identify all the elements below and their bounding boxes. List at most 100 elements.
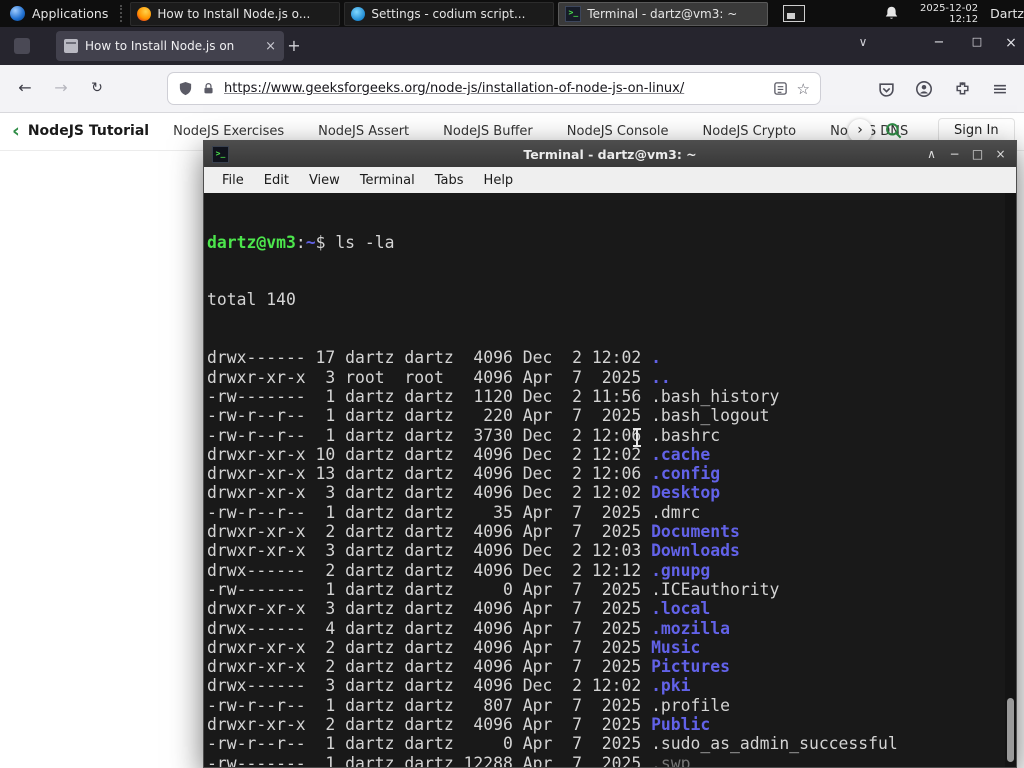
terminal-minimize-button[interactable]: −: [947, 147, 962, 161]
terminal-maximize-button[interactable]: □: [970, 147, 985, 161]
window-close-button[interactable]: ×: [1000, 35, 1022, 51]
prompt-separator: :: [295, 232, 306, 252]
file-name: .dmrc: [651, 502, 701, 522]
site-nav-link[interactable]: NodeJS Assert: [318, 124, 409, 139]
tracking-shield-icon[interactable]: [178, 81, 193, 96]
terminal-titlebar[interactable]: >_ Terminal - dartz@vm3: ~ ∧ − □ ×: [204, 141, 1016, 167]
search-icon[interactable]: [884, 121, 904, 141]
clock-time: 12:12: [949, 13, 979, 25]
menu-view[interactable]: View: [299, 170, 350, 191]
file-name: ..: [651, 367, 671, 387]
file-name: Public: [651, 715, 711, 735]
forward-button[interactable]: →: [48, 75, 74, 101]
window-maximize-button[interactable]: □: [966, 35, 988, 48]
terminal-shade-button[interactable]: ∧: [924, 147, 939, 161]
settings-app-icon: [351, 6, 366, 21]
terminal-body[interactable]: dartz@vm3:~$ ls -la total 140 drwx------…: [204, 193, 1016, 767]
site-nav-link[interactable]: NodeJS Buffer: [443, 124, 533, 139]
terminal-scrollbar-track[interactable]: [1005, 193, 1016, 767]
reload-button[interactable]: ↻: [84, 75, 110, 101]
terminal-line: -rw------- 1 dartz dartz 1120 Dec 2 11:5…: [207, 386, 780, 406]
extensions-icon[interactable]: [950, 77, 974, 101]
terminal-line: drwx------ 3 dartz dartz 4096 Dec 2 12:0…: [207, 676, 691, 696]
terminal-line: drwxr-xr-x 10 dartz dartz 4096 Dec 2 12:…: [207, 444, 711, 464]
tab-close-icon[interactable]: ×: [263, 39, 276, 54]
menu-tabs[interactable]: Tabs: [425, 170, 474, 191]
terminal-line: -rw-r--r-- 1 dartz dartz 35 Apr 7 2025 .…: [207, 502, 701, 522]
file-name: .local: [651, 599, 711, 619]
bookmark-star-icon[interactable]: ☆: [797, 80, 810, 98]
file-name: .gnupg: [651, 560, 711, 580]
panel-handle: [120, 5, 123, 22]
terminal-line: drwxr-xr-x 3 dartz dartz 4096 Dec 2 12:0…: [207, 483, 721, 503]
site-nav-link[interactable]: NodeJS Console: [567, 124, 669, 139]
applications-menu[interactable]: Applications: [0, 0, 118, 27]
file-name: Downloads: [651, 541, 740, 561]
terminal-output: drwx------ 17 dartz dartz 4096 Dec 2 12:…: [207, 348, 1016, 767]
terminal-window-icon: >_: [212, 145, 229, 163]
desktop: Applications How to Install Node.js o...…: [0, 0, 1024, 768]
menu-help[interactable]: Help: [474, 170, 524, 191]
file-name: Music: [651, 637, 701, 657]
lock-icon[interactable]: [202, 82, 215, 95]
terminal-window: >_ Terminal - dartz@vm3: ~ ∧ − □ × File Edit…: [203, 140, 1017, 768]
tray-icon[interactable]: [782, 5, 805, 22]
pocket-icon[interactable]: [874, 77, 898, 101]
site-nav-title[interactable]: NodeJS Tutorial: [28, 123, 149, 139]
terminal-line: drwx------ 4 dartz dartz 4096 Apr 7 2025…: [207, 618, 731, 638]
site-nav-link[interactable]: NodeJS Exercises: [173, 124, 284, 139]
prompt-host: dartz@vm3: [207, 232, 296, 252]
file-name: .pki: [651, 676, 691, 696]
terminal-title: Terminal - dartz@vm3: ~: [523, 146, 697, 162]
file-name: Pictures: [651, 657, 731, 677]
terminal-line: -rw------- 1 dartz dartz 0 Apr 7 2025 .I…: [207, 579, 780, 599]
list-all-tabs-icon[interactable]: ∨: [852, 35, 874, 49]
terminal-window-controls: ∧ − □ ×: [924, 147, 1008, 161]
prompt-suffix: $: [315, 232, 336, 252]
menu-terminal[interactable]: Terminal: [350, 170, 425, 191]
terminal-line: drwxr-xr-x 2 dartz dartz 4096 Apr 7 2025…: [207, 637, 701, 657]
browser-tab-strip: How to Install Node.js on × + ∨ − □ ×: [0, 27, 1024, 65]
new-tab-button[interactable]: +: [282, 34, 306, 58]
firefox-icon: [137, 6, 152, 21]
file-name: .swp: [651, 753, 691, 767]
terminal-line: drwx------ 17 dartz dartz 4096 Dec 2 12:…: [207, 348, 661, 368]
menu-edit[interactable]: Edit: [254, 170, 299, 191]
mouse-cursor: [633, 428, 641, 447]
back-button[interactable]: ←: [12, 75, 38, 101]
taskbar-button-browser[interactable]: How to Install Node.js o...: [130, 1, 341, 26]
taskbar-label: Settings - codium script...: [371, 6, 526, 21]
url-text[interactable]: https://www.geeksforgeeks.org/node-js/in…: [224, 81, 764, 96]
browser-toolbar: ← → ↻ https://www.geeksforgeeks.org/node…: [0, 65, 1024, 113]
user-label[interactable]: Dartz: [990, 6, 1024, 21]
terminal-line: -rw-r--r-- 1 dartz dartz 0 Apr 7 2025 .s…: [207, 734, 898, 754]
clock-date: 2025-12-02: [919, 2, 979, 14]
firefox-view-icon[interactable]: [14, 38, 30, 54]
menu-hamburger-icon[interactable]: ≡: [988, 77, 1012, 101]
terminal-line: drwxr-xr-x 2 dartz dartz 4096 Apr 7 2025…: [207, 522, 740, 542]
reader-mode-icon[interactable]: [773, 81, 788, 96]
account-icon[interactable]: [912, 77, 936, 101]
applications-icon: [10, 6, 25, 21]
browser-tab[interactable]: How to Install Node.js on ×: [56, 31, 284, 61]
file-name: .cache: [651, 444, 711, 464]
terminal-line: drwxr-xr-x 3 dartz dartz 4096 Dec 2 12:0…: [207, 541, 740, 561]
terminal-scrollbar-thumb[interactable]: [1007, 698, 1014, 762]
site-nav-prev-icon[interactable]: ‹: [12, 120, 20, 142]
window-minimize-button[interactable]: −: [928, 35, 950, 50]
file-name: .sudo_as_admin_successful: [651, 734, 898, 754]
file-name: .bash_history: [651, 386, 780, 406]
site-nav-link[interactable]: NodeJS Crypto: [703, 124, 797, 139]
taskbar-button-terminal[interactable]: >_ Terminal - dartz@vm3: ~: [558, 1, 769, 26]
taskbar-button-settings[interactable]: Settings - codium script...: [344, 1, 555, 26]
clock[interactable]: 2025-12-02 12:12: [920, 3, 978, 25]
prompt-path: ~: [305, 232, 316, 252]
notification-bell-icon[interactable]: [883, 5, 900, 22]
file-name: Documents: [651, 522, 740, 542]
url-bar[interactable]: https://www.geeksforgeeks.org/node-js/in…: [168, 73, 820, 104]
terminal-close-button[interactable]: ×: [993, 147, 1008, 161]
terminal-command: ls -la: [335, 232, 395, 252]
terminal-prompt-line: dartz@vm3:~$ ls -la: [207, 233, 1016, 252]
file-name: .mozilla: [651, 618, 731, 638]
menu-file[interactable]: File: [212, 170, 254, 191]
